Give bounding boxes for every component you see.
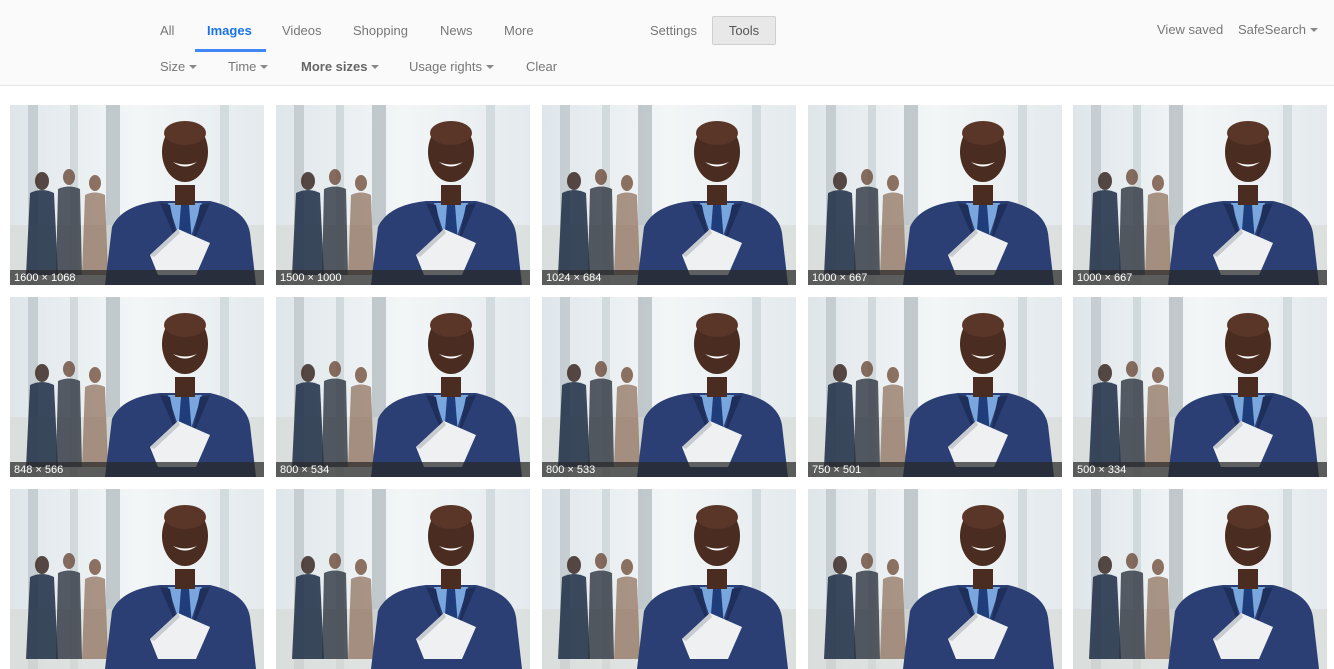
image-result-thumbnail[interactable]: 848 × 566 [10, 297, 264, 477]
image-dimensions-label: 500 × 334 [1077, 464, 1127, 476]
chevron-down-icon [260, 65, 269, 69]
image-dimensions-bar: 848 × 566 [10, 462, 264, 477]
tools-button[interactable]: Tools [712, 16, 776, 45]
tab-shopping[interactable]: Shopping [353, 23, 408, 38]
image-dimensions-bar: 1000 × 667 [1073, 270, 1327, 285]
image-result-thumbnail[interactable]: 1000 × 667 [1073, 105, 1327, 285]
image-result-thumbnail[interactable] [276, 489, 530, 669]
image-dimensions-bar: 800 × 534 [276, 462, 530, 477]
image-result-thumbnail[interactable] [1073, 489, 1327, 669]
chevron-down-icon [371, 65, 380, 69]
view-saved-link[interactable]: View saved [1157, 22, 1223, 37]
image-dimensions-label: 1024 × 684 [546, 272, 602, 284]
tab-images[interactable]: Images [207, 23, 252, 38]
image-result-thumbnail[interactable] [10, 489, 264, 669]
image-result-thumbnail[interactable]: 750 × 501 [808, 297, 1062, 477]
image-dimensions-bar: 500 × 334 [1073, 462, 1327, 477]
image-dimensions-bar: 1000 × 667 [808, 270, 1062, 285]
businessman-photo [1073, 105, 1327, 285]
image-dimensions-bar: 750 × 501 [808, 462, 1062, 477]
usage-rights-filter[interactable]: Usage rights [409, 59, 494, 74]
image-dimensions-bar: 1600 × 1068 [10, 270, 264, 285]
businessman-photo [10, 489, 264, 669]
image-result-thumbnail[interactable]: 500 × 334 [1073, 297, 1327, 477]
active-tab-indicator [195, 49, 266, 52]
image-dimensions-label: 1000 × 667 [1077, 272, 1133, 284]
time-filter-label: Time [228, 59, 257, 74]
image-dimensions-bar: 1024 × 684 [542, 270, 796, 285]
settings-link[interactable]: Settings [650, 23, 697, 38]
chevron-down-icon [189, 65, 198, 69]
size-filter[interactable]: Size [160, 59, 198, 74]
businessman-photo [1073, 489, 1327, 669]
image-result-thumbnail[interactable]: 800 × 533 [542, 297, 796, 477]
image-dimensions-label: 1500 × 1000 [280, 272, 342, 284]
image-result-thumbnail[interactable]: 1600 × 1068 [10, 105, 264, 285]
businessman-photo [808, 105, 1062, 285]
search-tools-header: All Images Videos Shopping News More Set… [0, 0, 1334, 86]
tab-more[interactable]: More [504, 23, 534, 38]
tab-news[interactable]: News [440, 23, 473, 38]
image-result-thumbnail[interactable] [542, 489, 796, 669]
businessman-photo [808, 489, 1062, 669]
tab-videos[interactable]: Videos [282, 23, 322, 38]
image-result-thumbnail[interactable]: 1024 × 684 [542, 105, 796, 285]
image-dimensions-label: 1600 × 1068 [14, 272, 76, 284]
businessman-photo [276, 105, 530, 285]
image-dimensions-label: 800 × 533 [546, 464, 596, 476]
more-sizes-filter[interactable]: More sizes [301, 59, 380, 74]
image-result-thumbnail[interactable]: 800 × 534 [276, 297, 530, 477]
businessman-photo [1073, 297, 1327, 477]
image-dimensions-bar: 800 × 533 [542, 462, 796, 477]
businessman-photo [10, 297, 264, 477]
image-result-thumbnail[interactable]: 1500 × 1000 [276, 105, 530, 285]
chevron-down-icon [1309, 28, 1318, 32]
image-result-thumbnail[interactable]: 1000 × 667 [808, 105, 1062, 285]
more-sizes-filter-label: More sizes [301, 59, 368, 74]
chevron-down-icon [485, 65, 494, 69]
time-filter[interactable]: Time [228, 59, 269, 74]
image-dimensions-bar: 1500 × 1000 [276, 270, 530, 285]
businessman-photo [276, 489, 530, 669]
safesearch-dropdown[interactable]: SafeSearch [1238, 22, 1318, 37]
image-dimensions-label: 750 × 501 [812, 464, 862, 476]
businessman-photo [542, 105, 796, 285]
image-dimensions-label: 848 × 566 [14, 464, 64, 476]
usage-rights-filter-label: Usage rights [409, 59, 482, 74]
safesearch-label: SafeSearch [1238, 22, 1306, 37]
businessman-photo [808, 297, 1062, 477]
tab-all[interactable]: All [160, 23, 174, 38]
image-dimensions-label: 800 × 534 [280, 464, 330, 476]
clear-filters-link[interactable]: Clear [526, 59, 557, 74]
size-filter-label: Size [160, 59, 186, 74]
businessman-photo [276, 297, 530, 477]
image-result-thumbnail[interactable] [808, 489, 1062, 669]
businessman-photo [10, 105, 264, 285]
businessman-photo [542, 297, 796, 477]
image-dimensions-label: 1000 × 667 [812, 272, 868, 284]
businessman-photo [542, 489, 796, 669]
